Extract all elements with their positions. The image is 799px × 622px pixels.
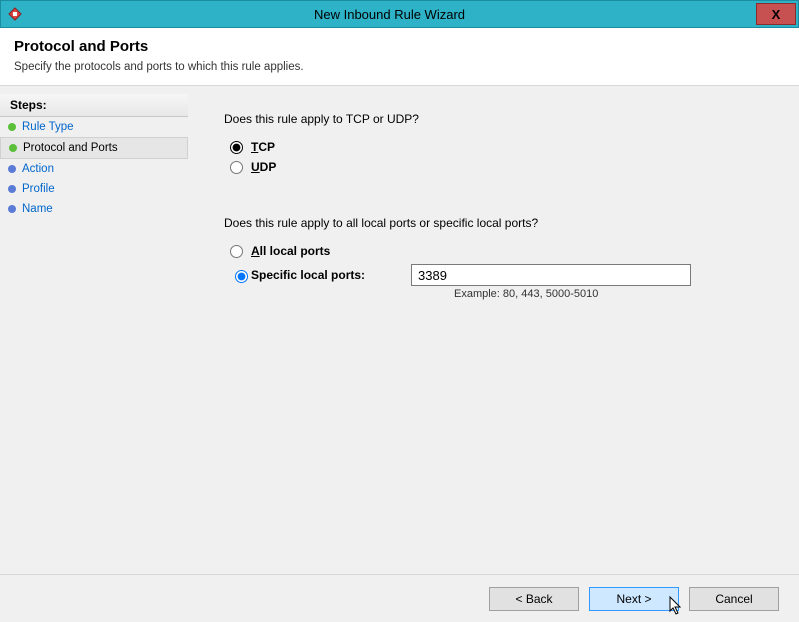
ports-question: Does this rule apply to all local ports … [224,216,769,230]
bullet-icon [8,205,16,213]
step-label: Profile [22,183,55,195]
titlebar: New Inbound Rule Wizard X [0,0,799,28]
step-name[interactable]: Name [0,199,188,219]
bullet-icon [8,165,16,173]
page-subtitle: Specify the protocols and ports to which… [14,61,785,73]
close-button[interactable]: X [756,3,796,25]
radio-all-ports-label[interactable]: All local ports [251,244,330,258]
radio-all-ports[interactable] [230,245,243,258]
cancel-button[interactable]: Cancel [689,587,779,611]
protocol-question: Does this rule apply to TCP or UDP? [224,112,769,126]
wizard-header: Protocol and Ports Specify the protocols… [0,28,799,86]
step-profile[interactable]: Profile [0,179,188,199]
radio-specific-ports-row: Specific local ports: [230,264,769,286]
page-title: Protocol and Ports [14,38,785,55]
steps-sidebar: Steps: Rule Type Protocol and Ports Acti… [0,86,188,574]
steps-heading: Steps: [0,94,188,117]
main-panel: Does this rule apply to TCP or UDP? TCP … [188,86,799,574]
step-rule-type[interactable]: Rule Type [0,117,188,137]
specific-ports-input[interactable] [411,264,691,286]
radio-all-ports-row: All local ports [230,244,769,258]
step-label: Name [22,203,53,215]
app-icon [7,6,23,22]
step-label: Rule Type [22,121,74,133]
step-label: Protocol and Ports [23,142,118,154]
next-button-label: Next > [616,592,651,606]
step-label: Action [22,163,54,175]
radio-specific-ports-label[interactable]: Specific local ports: [251,268,365,282]
window-title: New Inbound Rule Wizard [23,7,756,22]
ports-example: Example: 80, 443, 5000-5010 [454,288,769,300]
step-protocol-and-ports[interactable]: Protocol and Ports [0,137,188,159]
bullet-icon [9,144,17,152]
radio-udp[interactable] [230,161,243,174]
bullet-icon [8,123,16,131]
radio-udp-label[interactable]: UDP [251,160,276,174]
wizard-body: Steps: Rule Type Protocol and Ports Acti… [0,86,799,574]
radio-udp-row: UDP [230,160,769,174]
close-icon: X [772,7,781,22]
radio-specific-ports[interactable] [235,270,248,283]
button-bar: < Back Next > Cancel [0,574,799,622]
cursor-icon [668,595,684,620]
radio-tcp-row: TCP [230,140,769,154]
next-button[interactable]: Next > [589,587,679,611]
back-button[interactable]: < Back [489,587,579,611]
radio-tcp-label[interactable]: TCP [251,140,275,154]
bullet-icon [8,185,16,193]
radio-tcp[interactable] [230,141,243,154]
step-action[interactable]: Action [0,159,188,179]
